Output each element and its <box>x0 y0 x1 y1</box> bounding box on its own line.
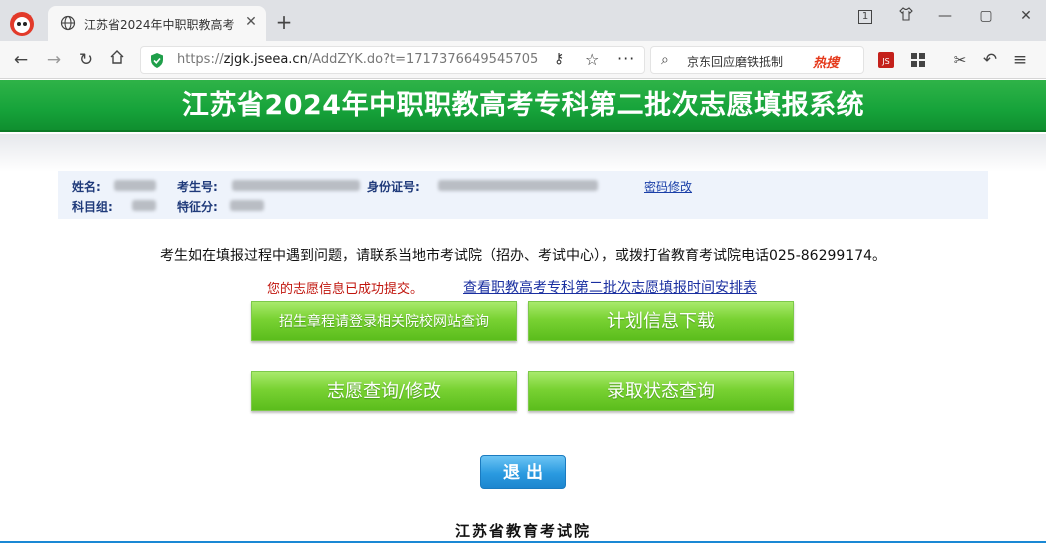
tab-title: 江苏省2024年中职职教高考专 <box>84 18 234 32</box>
hot-search-badge[interactable]: 热搜 <box>813 52 839 71</box>
minimize-icon[interactable]: — <box>933 6 957 26</box>
shield-icon <box>151 53 163 68</box>
url-protocol: https:// <box>177 52 224 67</box>
key-icon[interactable]: ⚷ <box>554 51 564 67</box>
apps-grid-icon[interactable] <box>909 51 927 69</box>
admission-rules-label: 招生章程请登录相关院校网站查询 <box>279 314 489 330</box>
reload-icon[interactable]: ↻ <box>75 49 97 71</box>
home-icon[interactable] <box>106 49 128 71</box>
bookmark-star-icon[interactable]: ☆ <box>585 50 599 69</box>
js-extension-icon[interactable]: JS <box>877 51 895 69</box>
subject-group-redacted <box>132 200 156 211</box>
tab-count: 1 <box>858 10 872 24</box>
url-path: /AddZYK.do?t=1717376649545705 <box>307 52 539 67</box>
logout-button[interactable]: 退出 <box>480 455 566 489</box>
plan-download-button[interactable]: 计划信息下载 <box>528 301 794 341</box>
forward-icon[interactable]: → <box>43 49 65 71</box>
address-bar[interactable]: https://zjgk.jseea.cn/AddZYK.do?t=171737… <box>140 46 645 74</box>
back-icon[interactable]: ← <box>10 49 32 71</box>
browser-logo-icon[interactable] <box>8 9 36 37</box>
url-host: zjgk.jseea.cn <box>223 52 308 67</box>
help-notice: 考生如在填报过程中遇到问题，请联系当地市考试院（招办、考试中心），或拨打省教育考… <box>159 248 887 264</box>
success-message: 您的志愿信息已成功提交。 <box>267 282 424 297</box>
bonus-score-label: 特征分: <box>177 200 218 214</box>
home-glyph <box>110 50 124 64</box>
tab-count-icon[interactable]: 1 <box>853 6 877 26</box>
bonus-score-redacted <box>230 200 264 211</box>
id-number-redacted <box>438 180 598 191</box>
globe-icon <box>60 15 76 31</box>
maximize-icon[interactable]: ▢ <box>974 6 998 26</box>
schedule-link[interactable]: 查看职教高考专科第二批次志愿填报时间安排表 <box>463 277 757 297</box>
browser-tab-bar: 江苏省2024年中职职教高考专 ✕ + 1 — ▢ ✕ <box>0 0 1046 41</box>
exam-number-label: 考生号: <box>177 180 218 194</box>
new-tab-icon[interactable]: + <box>274 12 294 32</box>
more-icon[interactable]: ··· <box>617 49 635 68</box>
url-text[interactable]: https://zjgk.jseea.cn/AddZYK.do?t=171737… <box>177 52 538 67</box>
search-suggestion: 京东回应磨铁抵制 <box>687 55 784 69</box>
subject-group-label: 科目组: <box>72 200 113 214</box>
page-title: 江苏省2024年中职职教高考专科第二批次志愿填报系统 <box>181 90 865 121</box>
scissors-icon[interactable]: ✂ <box>949 49 971 71</box>
skin-icon <box>899 7 913 21</box>
query-modify-label: 志愿查询/修改 <box>326 381 442 402</box>
id-number-label: 身份证号: <box>367 180 420 194</box>
exam-number-redacted <box>232 180 360 191</box>
svg-text:JS: JS <box>881 57 889 66</box>
close-window-icon[interactable]: ✕ <box>1014 6 1038 26</box>
change-password-link[interactable]: 密码修改 <box>644 178 692 195</box>
name-value-redacted <box>114 180 156 191</box>
search-icon: ⌕ <box>661 52 669 68</box>
search-box[interactable]: ⌕ 京东回应磨铁抵制 热搜 <box>650 46 864 74</box>
menu-icon[interactable]: ≡ <box>1009 49 1031 71</box>
close-tab-icon[interactable]: ✕ <box>242 13 260 31</box>
plan-download-label: 计划信息下载 <box>607 311 715 332</box>
admission-rules-button[interactable]: 招生章程请登录相关院校网站查询 <box>251 301 517 341</box>
name-label: 姓名: <box>72 180 101 194</box>
browser-nav-bar: ← → ↻ https://zjgk.jseea.cn/AddZYK.do?t=… <box>0 41 1046 79</box>
shirt-icon[interactable] <box>894 6 918 26</box>
admission-status-label: 录取状态查询 <box>607 381 715 402</box>
admission-status-button[interactable]: 录取状态查询 <box>528 371 794 411</box>
header-gradient-band <box>0 134 1046 172</box>
query-modify-button[interactable]: 志愿查询/修改 <box>251 371 517 411</box>
footer-org-name: 江苏省教育考试院 <box>454 522 591 540</box>
browser-tab[interactable]: 江苏省2024年中职职教高考专 ✕ <box>48 6 266 41</box>
undo-icon[interactable]: ↶ <box>979 49 1001 71</box>
page-banner: 江苏省2024年中职职教高考专科第二批次志愿填报系统 <box>0 80 1046 132</box>
